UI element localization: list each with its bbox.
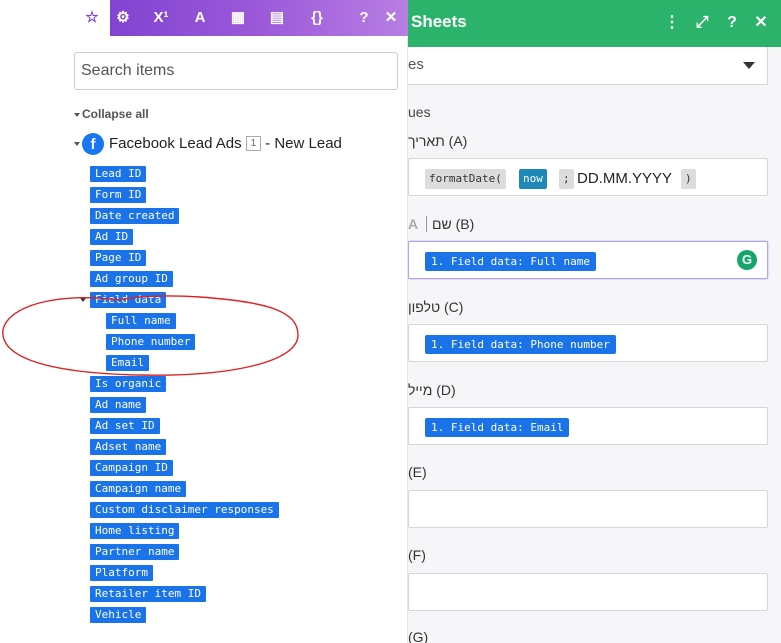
close-icon[interactable]: ✕	[373, 0, 409, 36]
function-close: )	[681, 169, 696, 189]
module-row-facebook[interactable]: f Facebook Lead Ads 1- New Lead	[74, 132, 404, 156]
item-page-id[interactable]: Page ID	[90, 250, 147, 266]
field-input-a[interactable]: formatDate( now ; DD.MM.YYYY )	[408, 158, 768, 196]
sheet-select[interactable]: es	[400, 47, 768, 85]
braces-icon[interactable]: {}	[299, 0, 335, 36]
item-ad-set-id[interactable]: Ad set ID	[90, 418, 160, 434]
item-date-created[interactable]: Date created	[90, 208, 180, 224]
item-vehicle[interactable]: Vehicle	[90, 607, 147, 623]
mapped-pill-email[interactable]: 1. Field data: Email	[425, 418, 570, 437]
date-format-text: DD.MM.YYYY	[577, 170, 673, 187]
item-ad-group-id[interactable]: Ad group ID	[90, 271, 173, 287]
mapped-pill-phone-number[interactable]: 1. Field data: Phone number	[425, 335, 616, 354]
values-section-label: ues	[408, 104, 431, 120]
mapped-pill-full-name[interactable]: 1. Field data: Full name	[425, 252, 596, 271]
item-retailer-item-id[interactable]: Retailer item ID	[90, 586, 206, 602]
more-icon[interactable]: ⋮	[662, 12, 682, 34]
item-ad-id[interactable]: Ad ID	[90, 229, 134, 245]
item-email[interactable]: Email	[106, 355, 150, 371]
now-variable[interactable]: now	[519, 169, 547, 189]
field-label-f: (F)	[408, 547, 426, 563]
collapse-all-label: Collapse all	[82, 107, 149, 121]
superscript-icon[interactable]: X¹	[143, 0, 179, 36]
item-custom-disclaimer-responses[interactable]: Custom disclaimer responses	[90, 502, 279, 518]
text-format-icon[interactable]: A	[408, 216, 418, 232]
chevron-down-icon	[743, 62, 755, 69]
field-label-d: מייל (D)	[408, 382, 456, 398]
field-input-f[interactable]	[408, 573, 768, 611]
field-input-d[interactable]: 1. Field data: Email	[408, 407, 768, 445]
item-ad-name[interactable]: Ad name	[90, 397, 147, 413]
field-label-c: טלפון (C)	[408, 299, 464, 315]
item-phone-number[interactable]: Phone number	[106, 334, 196, 350]
table-icon[interactable]: ▤	[259, 0, 295, 36]
module-suffix: - New Lead	[265, 135, 342, 152]
field-input-b[interactable]: 1. Field data: Full name G	[408, 241, 768, 279]
expand-icon[interactable]: ⤢	[692, 12, 712, 34]
item-partner-name[interactable]: Partner name	[90, 544, 180, 560]
mapping-panel: ☆ ⚙ X¹ A ▦ ▤ {} ? ✕ Collapse all f Faceb…	[74, 0, 408, 643]
search-input[interactable]	[81, 61, 381, 81]
module-badge: 1	[245, 136, 262, 151]
search-field[interactable]	[74, 52, 398, 90]
google-sheets-panel: Sheets ⋮ ⤢ ? ✕ es ues תאריך (A) formatDa…	[400, 0, 781, 643]
calendar-icon[interactable]: ▦	[220, 0, 256, 36]
field-label-a: תאריך (A)	[408, 133, 468, 149]
collapse-all-button[interactable]: Collapse all	[74, 107, 149, 121]
app-root: Sheets ⋮ ⤢ ? ✕ es ues תאריך (A) formatDa…	[0, 0, 781, 643]
item-home-listing[interactable]: Home listing	[90, 523, 180, 539]
close-icon[interactable]: ✕	[751, 12, 771, 34]
sheet-select-value: es	[408, 56, 424, 73]
field-input-e[interactable]	[408, 490, 768, 528]
field-label-g: (G)	[408, 629, 429, 643]
gear-icon[interactable]: ⚙	[105, 0, 141, 36]
format-date-function[interactable]: formatDate(	[425, 169, 506, 189]
item-campaign-id[interactable]: Campaign ID	[90, 460, 173, 476]
chevron-down-icon	[74, 112, 80, 117]
sheets-title: Sheets	[411, 12, 467, 31]
chevron-down-icon	[74, 142, 80, 146]
mapping-toolbar: ☆ ⚙ X¹ A ▦ ▤ {} ? ✕	[74, 0, 408, 36]
item-lead-id[interactable]: Lead ID	[90, 166, 147, 182]
sheets-header: Sheets ⋮ ⤢ ? ✕	[400, 0, 781, 47]
item-platform[interactable]: Platform	[90, 565, 153, 581]
item-is-organic[interactable]: Is organic	[90, 376, 167, 392]
item-adset-name[interactable]: Adset name	[90, 439, 167, 455]
argument-separator: ;	[559, 169, 574, 189]
grammarly-icon[interactable]: G	[737, 250, 757, 270]
chevron-down-icon[interactable]	[80, 298, 86, 302]
label-separator	[426, 216, 427, 232]
field-input-c[interactable]: 1. Field data: Phone number	[408, 324, 768, 362]
item-form-id[interactable]: Form ID	[90, 187, 147, 203]
field-label-e: (E)	[408, 464, 427, 480]
facebook-icon: f	[82, 133, 104, 155]
module-name: Facebook Lead Ads	[109, 135, 242, 152]
item-full-name[interactable]: Full name	[106, 313, 176, 329]
item-field-data[interactable]: Field data	[90, 292, 167, 308]
item-campaign-name[interactable]: Campaign name	[90, 481, 187, 497]
text-icon[interactable]: A	[182, 0, 218, 36]
field-label-b: שם (B)	[432, 216, 475, 232]
help-icon[interactable]: ?	[722, 12, 742, 34]
